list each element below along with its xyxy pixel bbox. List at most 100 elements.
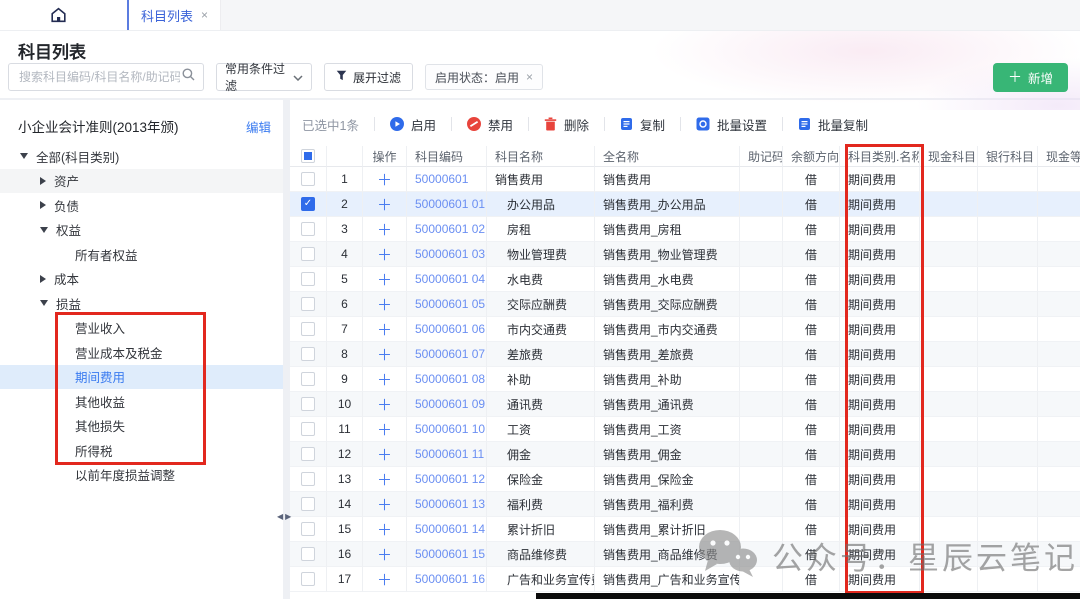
add-child-icon[interactable]: ＋ (377, 469, 392, 490)
add-child-icon[interactable]: ＋ (377, 194, 392, 215)
toolbar-action-3[interactable]: 删除 (544, 115, 589, 134)
subject-name: 广告和业务宣传费 (495, 571, 595, 588)
tree-item[interactable]: 营业收入 (0, 316, 283, 341)
expand-filter-button[interactable]: 展开过滤 (324, 63, 413, 91)
add-child-icon[interactable]: ＋ (377, 519, 392, 540)
tree-item[interactable]: 负债 (0, 193, 283, 218)
add-child-icon[interactable]: ＋ (377, 219, 392, 240)
home-icon[interactable] (50, 0, 67, 30)
row-checkbox[interactable] (301, 347, 315, 361)
row-checkbox[interactable] (301, 422, 315, 436)
tree-item[interactable]: 损益 (0, 291, 283, 316)
toolbar-action-6[interactable]: 批量复制 (798, 115, 868, 134)
tab-close-icon[interactable]: × (201, 8, 208, 22)
row-checkbox[interactable] (301, 522, 315, 536)
collapse-right-icon[interactable]: ▶ (285, 512, 291, 521)
subject-code-link[interactable]: 50000601 05 (415, 297, 485, 311)
row-checkbox[interactable] (301, 272, 315, 286)
search-input[interactable] (17, 69, 182, 85)
subject-code-link[interactable]: 50000601 12 (415, 472, 485, 486)
subject-code-link[interactable]: 50000601 07 (415, 347, 485, 361)
tree-item[interactable]: 营业成本及税金 (0, 340, 283, 365)
toolbar-action-2[interactable]: 禁用 (467, 115, 513, 134)
toolbar-action-5[interactable]: 批量设置 (696, 115, 767, 134)
tree-item[interactable]: 期间费用 (0, 365, 283, 390)
row-checkbox[interactable] (301, 247, 315, 261)
subject-code-link[interactable]: 50000601 04 (415, 272, 485, 286)
subject-code-link[interactable]: 50000601 06 (415, 322, 485, 336)
add-child-icon[interactable]: ＋ (377, 544, 392, 565)
subject-code-link[interactable]: 50000601 14 (415, 522, 485, 536)
plus-icon: ＋ (1008, 70, 1022, 84)
row-checkbox[interactable] (301, 322, 315, 336)
triangle-down-icon[interactable] (40, 227, 48, 233)
subject-code-link[interactable]: 50000601 01 (415, 197, 485, 211)
subject-code-link[interactable]: 50000601 02 (415, 222, 485, 236)
row-checkbox[interactable] (301, 497, 315, 511)
tree-item[interactable]: 所得税 (0, 438, 283, 463)
triangle-right-icon[interactable] (40, 275, 46, 283)
row-checkbox[interactable] (301, 572, 315, 586)
row-checkbox[interactable] (301, 222, 315, 236)
panel-collapse-handle[interactable]: ◀▶ (277, 512, 291, 521)
add-child-icon[interactable]: ＋ (377, 419, 392, 440)
tree-item[interactable]: 以前年度损益调整 (0, 463, 283, 488)
tree-item[interactable]: 所有者权益 (0, 242, 283, 267)
row-checkbox[interactable] (301, 547, 315, 561)
subject-code-link[interactable]: 50000601 13 (415, 497, 485, 511)
subject-code-link[interactable]: 50000601 15 (415, 547, 485, 561)
edit-link[interactable]: 编辑 (246, 117, 271, 136)
row-checkbox[interactable] (301, 447, 315, 461)
table-row: 13＋50000601 12保险金销售费用_保险金借期间费用 (290, 467, 1080, 492)
add-child-icon[interactable]: ＋ (377, 169, 392, 190)
triangle-right-icon[interactable] (40, 177, 46, 185)
tree-item[interactable]: 资产 (0, 169, 283, 194)
row-checkbox[interactable]: ✓ (301, 197, 315, 211)
subject-code-link[interactable]: 50000601 09 (415, 397, 485, 411)
toolbar-action-1[interactable]: 启用 (390, 115, 436, 134)
triangle-right-icon[interactable] (40, 201, 46, 209)
row-checkbox[interactable] (301, 397, 315, 411)
tree-item[interactable]: 成本 (0, 267, 283, 292)
row-checkbox[interactable] (301, 297, 315, 311)
table-row: 6＋50000601 05交际应酬费销售费用_交际应酬费借期间费用 (290, 292, 1080, 317)
subject-code-link[interactable]: 50000601 16 (415, 572, 485, 586)
toolbar-divider (374, 117, 375, 131)
subject-code-link[interactable]: 50000601 11 (415, 447, 484, 461)
cash-subject-cell (920, 517, 978, 542)
balance-direction-cell: 借 (783, 242, 840, 267)
row-checkbox[interactable] (301, 472, 315, 486)
subject-code-link[interactable]: 50000601 03 (415, 247, 485, 261)
add-child-icon[interactable]: ＋ (377, 269, 392, 290)
add-child-icon[interactable]: ＋ (377, 244, 392, 265)
add-child-icon[interactable]: ＋ (377, 494, 392, 515)
add-child-icon[interactable]: ＋ (377, 444, 392, 465)
triangle-down-icon[interactable] (20, 153, 28, 159)
category-name-cell: 期间费用 (840, 367, 920, 392)
condition-filter-select[interactable]: 常用条件过滤 (216, 63, 312, 91)
collapse-left-icon[interactable]: ◀ (277, 512, 283, 521)
search-icon[interactable] (182, 68, 195, 86)
triangle-down-icon[interactable] (40, 300, 48, 306)
subject-code-link[interactable]: 50000601 10 (415, 422, 485, 436)
select-all-checkbox[interactable] (301, 149, 315, 163)
add-child-icon[interactable]: ＋ (377, 394, 392, 415)
subject-code-link[interactable]: 50000601 08 (415, 372, 485, 386)
add-child-icon[interactable]: ＋ (377, 369, 392, 390)
add-child-icon[interactable]: ＋ (377, 294, 392, 315)
tree-item[interactable]: 其他收益 (0, 389, 283, 414)
add-child-icon[interactable]: ＋ (377, 319, 392, 340)
row-checkbox[interactable] (301, 172, 315, 186)
row-checkbox[interactable] (301, 372, 315, 386)
toolbar-action-4[interactable]: 复制 (620, 115, 665, 134)
tag-close-icon[interactable]: × (526, 70, 533, 84)
tab-subject-list[interactable]: 科目列表 × (127, 0, 220, 30)
tree-item[interactable]: 其他损失 (0, 414, 283, 439)
add-child-icon[interactable]: ＋ (377, 569, 392, 590)
subject-code-link[interactable]: 50000601 (415, 172, 468, 186)
tree-item[interactable]: 全部(科目类别) (0, 144, 283, 169)
tree-item[interactable]: 权益 (0, 218, 283, 243)
add-child-icon[interactable]: ＋ (377, 344, 392, 365)
column-header-label: 科目编码 (415, 148, 463, 165)
add-button[interactable]: ＋ 新增 (993, 63, 1068, 92)
